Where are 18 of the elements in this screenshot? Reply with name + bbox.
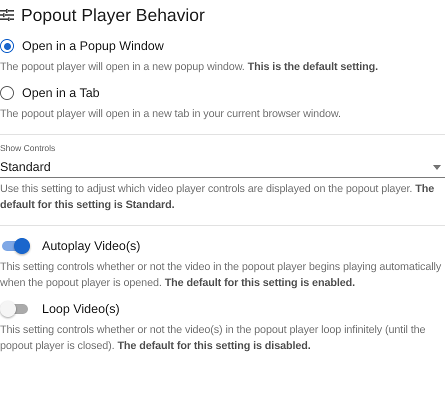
toggle-label: Autoplay Video(s) xyxy=(42,239,140,253)
field-label: Show Controls xyxy=(0,143,56,153)
help-text: The popout player will open in a new popup window. This is the default setting. xyxy=(0,60,379,75)
radio-label[interactable]: Open in a Popup Window xyxy=(22,39,164,53)
help-text: This setting controls whether or not the video in the popout player begins playing automatically when the popout player is opened. The default for this setting is enabled. xyxy=(0,260,442,291)
radio-button[interactable] xyxy=(0,86,14,100)
radio-label[interactable]: Open in a Tab xyxy=(22,86,100,100)
settings-icon xyxy=(0,9,14,21)
toggle-switch[interactable] xyxy=(2,241,28,251)
caret-icon xyxy=(433,164,441,170)
controls-select[interactable]: Standard xyxy=(0,157,445,178)
section-title: Popout Player Behavior xyxy=(21,4,205,26)
help-text: Use this setting to adjust which video player controls are displayed on the popout player. The default for this setting is Standard. xyxy=(0,182,436,213)
toggle-label: Loop Video(s) xyxy=(42,302,120,316)
toggle-switch[interactable] xyxy=(2,304,28,314)
help-text: The popout player will open in a new tab in your current browser window. xyxy=(0,107,342,122)
radio-button[interactable] xyxy=(0,39,14,53)
help-text: This setting controls whether or not the video(s) in the popout player loop infinitely (until the popout player is closed). The default for this setting is disabled. xyxy=(0,323,426,354)
